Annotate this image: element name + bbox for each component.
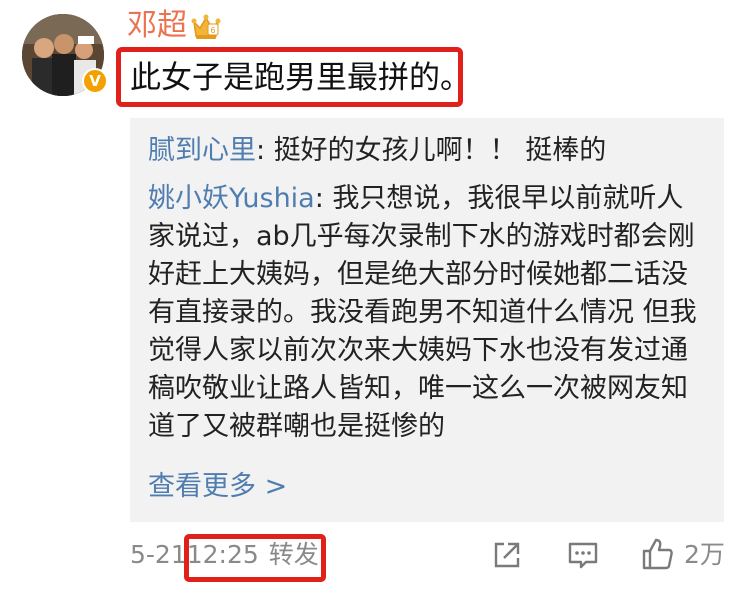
- highlight-box-time: [184, 534, 326, 582]
- reply-text: 挺好的女孩儿啊！！ 挺棒的: [273, 135, 607, 166]
- highlight-box-comment: [116, 47, 463, 107]
- comment-author-name[interactable]: 邓超: [127, 6, 187, 46]
- reply-separator: :: [256, 135, 274, 166]
- reply-text: 我只想说，我很早以前就听人家说过，ab几乎每次录制下水的游戏时都会刚好赶上大姨妈…: [148, 183, 697, 442]
- like-count: 2万: [684, 540, 725, 569]
- reply-separator: :: [314, 183, 333, 214]
- weibo-comment-page: V 邓超 6 此女子是跑男里最拼的。 腻到心里: 挺好的女孩儿啊！！ 挺棒的 姚…: [0, 0, 750, 592]
- reply-item: 腻到心里: 挺好的女孩儿啊！！ 挺棒的: [148, 132, 710, 170]
- thumbs-up-icon[interactable]: [640, 536, 674, 570]
- share-icon[interactable]: [490, 538, 524, 572]
- reply-panel: 腻到心里: 挺好的女孩儿啊！！ 挺棒的 姚小妖Yushia: 我只想说，我很早以…: [130, 118, 724, 522]
- reply-author-link[interactable]: 腻到心里: [148, 135, 256, 166]
- comment-icon[interactable]: [566, 538, 600, 572]
- comment-footer: 5-2112:25 转发 2万: [0, 530, 750, 586]
- crown-badge-icon[interactable]: 6: [190, 12, 222, 40]
- reply-author-link[interactable]: 姚小妖Yushia: [148, 183, 315, 214]
- view-more-link[interactable]: 查看更多 >: [148, 468, 287, 506]
- reply-item: 姚小妖Yushia: 我只想说，我很早以前就听人家说过，ab几乎每次录制下水的游…: [148, 180, 710, 446]
- verified-v-icon: V: [82, 68, 108, 94]
- timestamp-date: 5-21: [130, 540, 187, 569]
- svg-text:6: 6: [210, 26, 215, 35]
